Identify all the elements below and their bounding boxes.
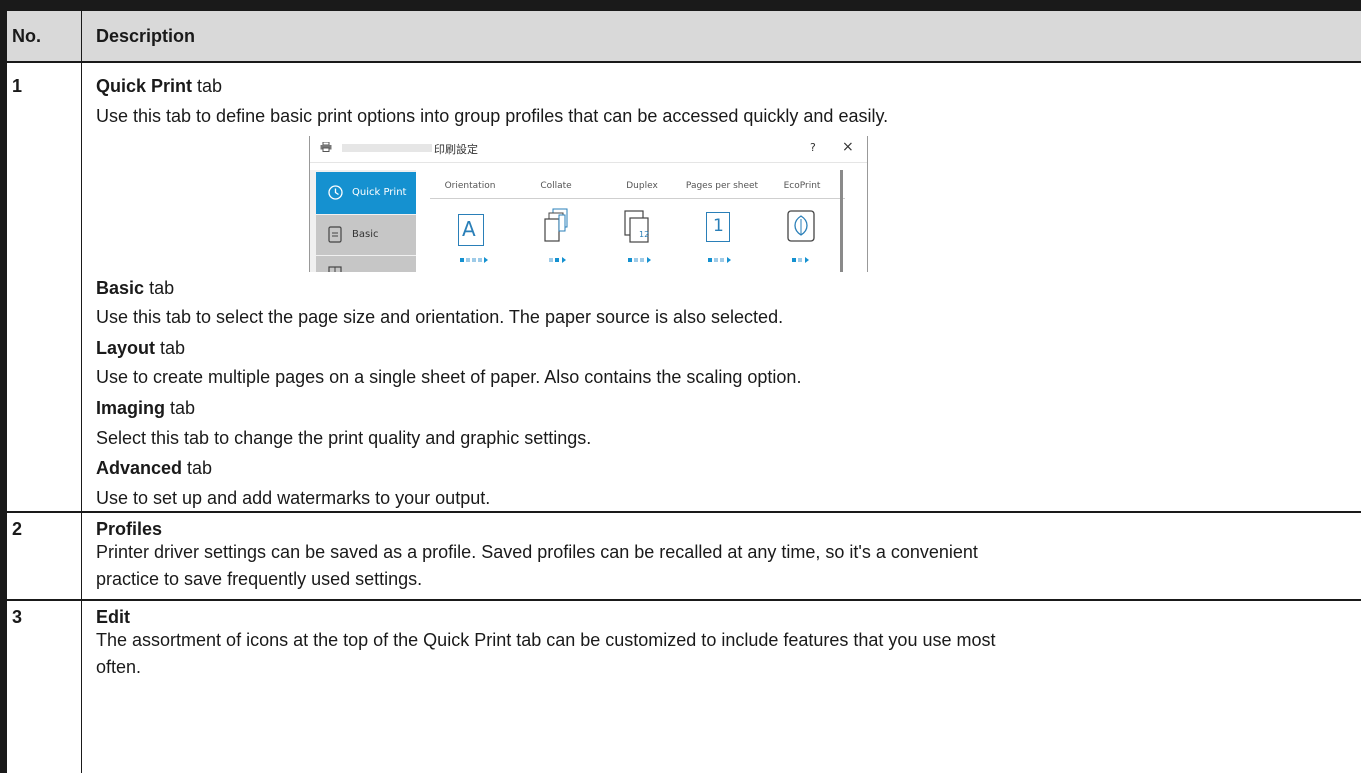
column-ecoprint: EcoPrint: [783, 181, 821, 191]
nav-quick-print[interactable]: Quick Print: [316, 172, 416, 214]
orientation-icon[interactable]: A: [458, 214, 484, 246]
row-number: 2: [12, 519, 23, 539]
duplex-options-indicator: [628, 257, 651, 263]
imaging-title: Imaging: [96, 398, 166, 418]
table-left-border: [0, 0, 7, 773]
basic-heading: Basic tab: [96, 277, 174, 299]
edit-description-line1: The assortment of icons at the top of th…: [96, 630, 996, 650]
header-no: No.: [12, 26, 41, 46]
collate-options-indicator: [549, 257, 566, 263]
orientation-letter: A: [462, 217, 476, 241]
print-settings-screenshot: 印刷設定 ? × Quick Print Basic Orientation C…: [309, 136, 868, 272]
collate-icon[interactable]: [544, 208, 570, 244]
edit-title: Edit: [96, 607, 130, 627]
advanced-heading: Advanced tab: [96, 457, 212, 479]
row-divider: [7, 599, 1361, 601]
help-button[interactable]: ?: [810, 141, 816, 154]
row-number: 3: [12, 607, 23, 627]
layout-description: Use to create multiple pages on a single…: [96, 367, 802, 387]
column-orientation: Orientation: [444, 181, 496, 191]
column-divider: [81, 11, 82, 773]
column-duplex: Duplex: [626, 181, 658, 191]
advanced-title: Advanced: [96, 458, 183, 478]
pages-per-sheet-options-indicator: [708, 257, 731, 263]
header-divider: [7, 61, 1361, 63]
nav-quick-print-label: Quick Print: [352, 187, 407, 198]
blurred-printer-name: [342, 144, 432, 152]
layout-icon: [328, 266, 342, 272]
description-table: No. Description 1 Quick Print tab Use th…: [0, 0, 1361, 773]
pages-per-sheet-value: 1: [713, 216, 724, 236]
quick-print-heading: Quick Print tab: [96, 75, 222, 97]
nav-layout[interactable]: [316, 256, 416, 272]
table-top-border: [0, 0, 1361, 11]
column-pages-per-sheet: Pages per sheet: [685, 181, 759, 191]
layout-title: Layout: [96, 338, 156, 358]
profiles-title: Profiles: [96, 519, 163, 539]
titlebar-separator: [310, 162, 867, 163]
orientation-options-indicator: [460, 257, 488, 263]
profiles-description-line1: Printer driver settings can be saved as …: [96, 542, 978, 562]
quick-print-title: Quick Print: [96, 76, 193, 96]
table-header-row: [7, 11, 1361, 61]
document-icon: [328, 226, 342, 243]
dialog-title: 印刷設定: [434, 143, 478, 156]
header-description: Description: [96, 26, 196, 46]
layout-heading: Layout tab: [96, 337, 185, 359]
tab-suffix: tab: [170, 398, 196, 418]
basic-description: Use this tab to select the page size and…: [96, 307, 784, 327]
pages-per-sheet-icon[interactable]: 1: [706, 212, 730, 242]
tab-suffix: tab: [149, 278, 175, 298]
clock-icon: [328, 185, 343, 200]
tab-suffix: tab: [187, 458, 213, 478]
column-header-line: [430, 198, 845, 199]
tab-suffix: tab: [160, 338, 186, 358]
ecoprint-options-indicator: [792, 257, 809, 263]
leaf-icon[interactable]: [787, 210, 815, 242]
column-collate: Collate: [540, 181, 572, 191]
dialog-scrollbar[interactable]: [840, 170, 843, 272]
imaging-description: Select this tab to change the print qual…: [96, 428, 592, 448]
basic-title: Basic: [96, 278, 145, 298]
duplex-icon[interactable]: 12: [624, 210, 656, 244]
quick-print-description: Use this tab to define basic print optio…: [96, 106, 889, 126]
profiles-description-line2: practice to save frequently used setting…: [96, 569, 423, 589]
nav-basic[interactable]: Basic: [316, 215, 416, 255]
row-number: 1: [12, 76, 23, 96]
close-button[interactable]: ×: [842, 139, 854, 155]
imaging-heading: Imaging tab: [96, 397, 195, 419]
row-divider: [7, 511, 1361, 513]
svg-text:12: 12: [639, 230, 649, 239]
edit-description-line2: often.: [96, 657, 142, 677]
nav-basic-label: Basic: [352, 229, 379, 240]
tab-suffix: tab: [197, 76, 223, 96]
advanced-description: Use to set up and add watermarks to your…: [96, 488, 491, 508]
printer-icon: [320, 142, 332, 152]
